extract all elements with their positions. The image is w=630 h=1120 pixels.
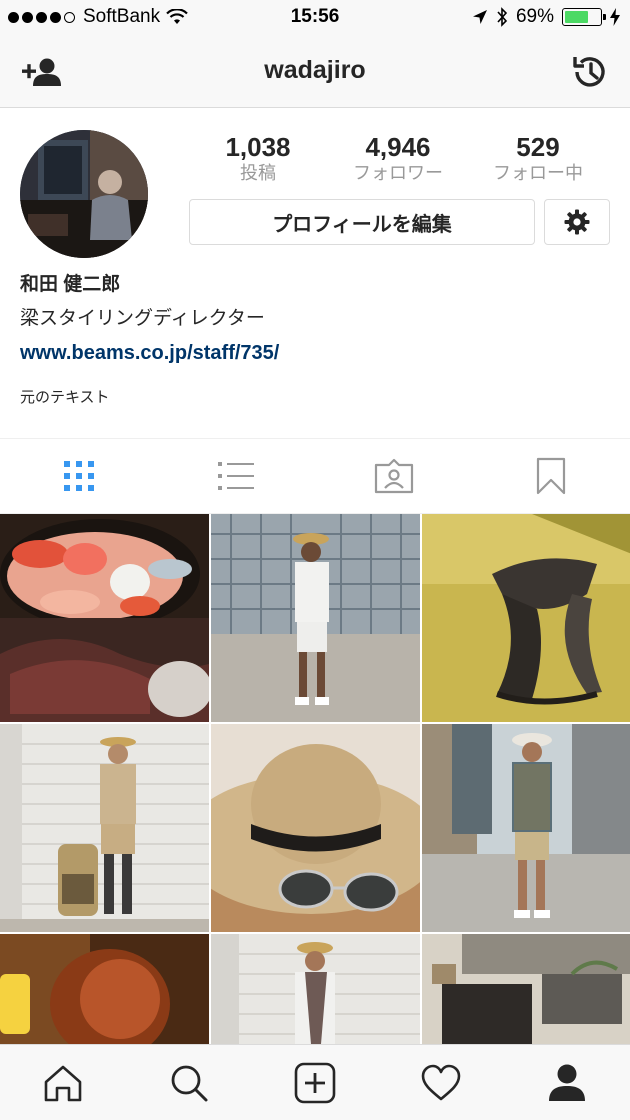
profile-stats: 1,038 投稿 4,946 フォロワー 529 フォロー中 — [188, 132, 608, 184]
profile-icon — [549, 1064, 585, 1101]
bio-text: 梁スタイリングディレクター — [20, 308, 265, 329]
post-image — [211, 934, 420, 1044]
profile-view-tabs — [0, 438, 630, 514]
post-thumbnail[interactable] — [422, 724, 630, 932]
post-thumbnail[interactable] — [181, 724, 441, 932]
avatar-photo — [20, 130, 148, 258]
post-image — [422, 514, 630, 722]
post-image — [0, 934, 209, 1044]
signal-strength-icon — [8, 11, 75, 23]
tagged-person-icon — [374, 458, 413, 494]
post-thumbnail[interactable] — [422, 934, 630, 1044]
stat-following[interactable]: 529 フォロー中 — [468, 132, 608, 184]
post-image — [422, 724, 630, 932]
bio-note: 元のテキスト — [20, 389, 110, 406]
stat-posts[interactable]: 1,038 投稿 — [188, 132, 328, 184]
archive-history-button[interactable] — [568, 50, 612, 94]
tab-search[interactable] — [126, 1063, 252, 1103]
carrier-name: SoftBank — [83, 6, 161, 27]
battery-level — [565, 11, 589, 23]
post-image — [211, 514, 420, 722]
post-thumbnail[interactable] — [0, 724, 209, 932]
stat-label: 投稿 — [240, 163, 276, 183]
search-icon — [171, 1065, 208, 1101]
tab-new-post[interactable] — [252, 1062, 378, 1104]
profile-username: wadajiro — [264, 56, 366, 84]
grid-icon — [63, 461, 94, 491]
edit-profile-button[interactable]: プロフィールを編集 — [189, 199, 535, 245]
signal-dot — [36, 11, 47, 23]
website-link[interactable]: www.beams.co.jp/staff/735/ — [20, 340, 610, 366]
signal-dot — [50, 11, 61, 23]
battery-icon — [562, 8, 606, 26]
add-post-icon — [294, 1062, 336, 1103]
list-icon — [218, 462, 255, 490]
bookmark-icon — [537, 457, 566, 495]
signal-dot — [8, 11, 19, 23]
heart-icon — [421, 1064, 461, 1100]
tab-tagged[interactable] — [315, 439, 473, 513]
location-arrow-icon — [472, 10, 487, 24]
status-bar: SoftBank 15:56 69% — [0, 0, 630, 36]
wifi-icon — [166, 9, 188, 24]
avatar[interactable] — [20, 130, 148, 258]
tab-list-view[interactable] — [158, 439, 316, 513]
full-name: 和田 健二郎 — [20, 274, 121, 295]
signal-dot — [64, 11, 75, 23]
stat-label: フォロー中 — [493, 163, 583, 183]
status-right: 69% — [472, 6, 620, 28]
tab-activity[interactable] — [378, 1064, 504, 1102]
charging-bolt-icon — [610, 8, 620, 26]
post-thumbnail[interactable] — [0, 934, 209, 1044]
battery-tip — [603, 14, 606, 20]
stat-value: 4,946 — [365, 132, 431, 162]
settings-button[interactable] — [544, 199, 610, 245]
battery-percent: 69% — [515, 6, 554, 27]
tab-home[interactable] — [0, 1064, 126, 1102]
stat-value: 529 — [516, 132, 560, 162]
top-navigation: wadajiro — [0, 36, 630, 108]
signal-dot — [22, 11, 33, 23]
post-image — [0, 514, 212, 722]
home-icon — [44, 1065, 82, 1101]
bluetooth-icon — [497, 7, 508, 27]
photo-grid — [0, 514, 630, 1044]
post-thumbnail[interactable] — [211, 514, 420, 722]
post-image — [422, 934, 630, 1044]
stat-label: フォロワー — [353, 163, 443, 183]
post-thumbnail[interactable] — [422, 514, 630, 722]
status-left: SoftBank — [8, 6, 188, 28]
gear-icon — [564, 209, 590, 235]
post-image — [181, 724, 441, 932]
stat-followers[interactable]: 4,946 フォロワー — [328, 132, 468, 184]
post-thumbnail[interactable] — [0, 514, 212, 722]
tab-saved[interactable] — [473, 439, 630, 513]
post-image — [0, 724, 209, 932]
profile-bio: 和田 健二郎 梁スタイリングディレクター www.beams.co.jp/sta… — [20, 272, 610, 407]
tab-profile[interactable] — [504, 1063, 630, 1103]
bottom-tab-bar — [0, 1044, 630, 1120]
history-icon — [573, 57, 605, 87]
stat-value: 1,038 — [225, 132, 291, 162]
tab-grid-view[interactable] — [0, 439, 158, 513]
post-thumbnail[interactable] — [211, 934, 420, 1044]
